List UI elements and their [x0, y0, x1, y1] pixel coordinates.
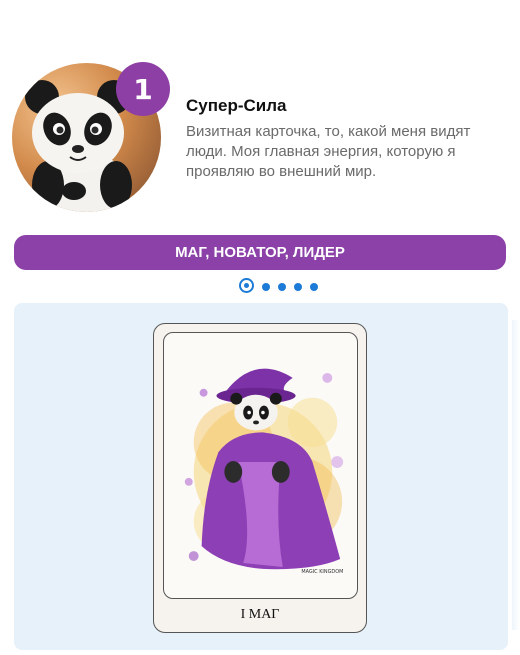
tarot-card-image: MAGIC KINGDOM [163, 332, 358, 599]
power-title: Супер-Сила [186, 96, 287, 115]
power-header: 1 Супер-Сила Визитная карточка, то, како… [0, 60, 520, 220]
traits-banner: МАГ, НОВАТОР, ЛИДЕР [14, 235, 506, 270]
carousel-dot-3[interactable] [277, 283, 286, 291]
carousel-dot-5[interactable] [309, 283, 318, 291]
panda-wizard-icon: MAGIC KINGDOM [184, 368, 343, 575]
tarot-card: MAGIC KINGDOM I МАГ [153, 323, 367, 633]
power-description: Визитная карточка, то, какой меня видят … [186, 123, 471, 180]
artist-signature: MAGIC KINGDOM [301, 569, 343, 575]
power-number-badge: 1 [116, 62, 170, 116]
carousel-dot-4[interactable] [293, 283, 302, 291]
carousel-pagination [0, 277, 520, 293]
carousel-dot-1[interactable] [238, 277, 254, 293]
next-slide-peek [512, 320, 520, 630]
carousel-dot-2[interactable] [261, 283, 270, 291]
tarot-card-label: I МАГ [240, 607, 280, 622]
